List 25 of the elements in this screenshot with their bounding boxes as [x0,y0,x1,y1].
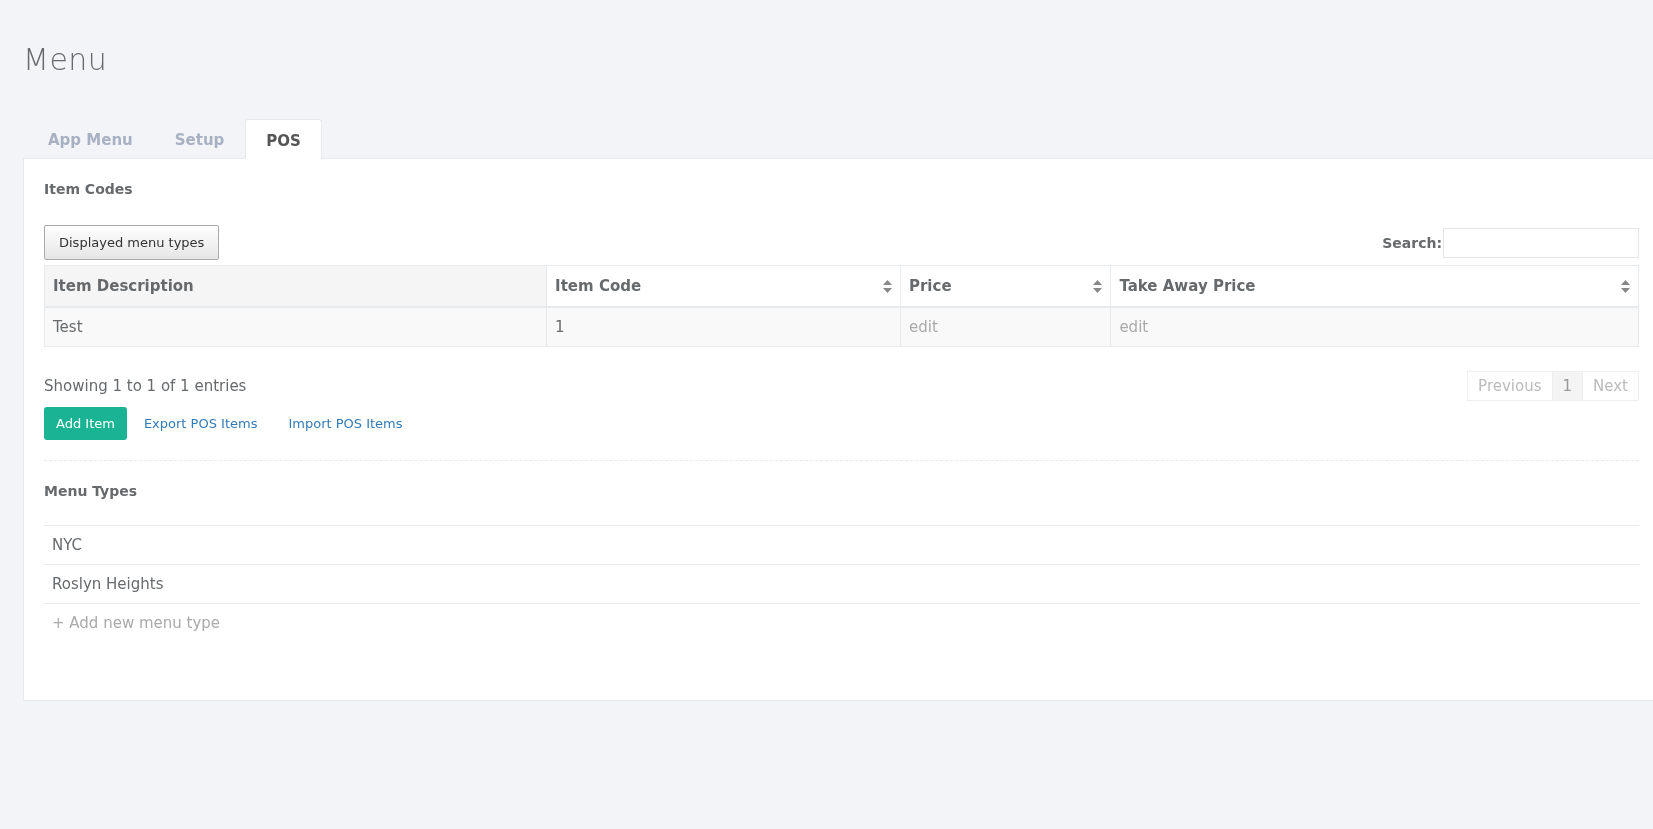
section-heading: Menu Types [44,483,139,499]
search-label: Search: [1382,234,1442,251]
table-cell: Test [44,307,547,347]
sort-icon [1621,279,1630,293]
displayed-menu-types-button[interactable]: Displayed menu types [44,225,220,260]
column-header[interactable]: Item Code [546,265,901,307]
add-item-button[interactable]: Add Item [44,407,127,440]
link[interactable]: Export POS Items [129,416,272,431]
menu-type-item[interactable]: Roslyn Heights [44,564,1639,603]
column-header[interactable]: Item Description [44,265,547,307]
menu-type-item[interactable]: NYC [44,525,1639,564]
column-header[interactable]: Take Away Price [1110,265,1639,307]
tab[interactable]: POS [245,119,322,159]
table-cell: 1 [546,307,901,347]
link[interactable]: Import POS Items [274,416,417,431]
sort-icon [882,279,892,293]
pagination-button[interactable]: 1 [1551,371,1584,401]
search-field[interactable] [1443,227,1639,258]
sort-icon [1093,279,1103,293]
table-cell: edit [1110,307,1639,347]
column-header[interactable]: Price [900,265,1111,307]
section-heading: Item Codes [44,181,134,197]
entries-info: Showing 1 to 1 of 1 entries [44,377,247,395]
table-cell: edit [900,307,1111,347]
page-title: Menu [23,42,109,77]
